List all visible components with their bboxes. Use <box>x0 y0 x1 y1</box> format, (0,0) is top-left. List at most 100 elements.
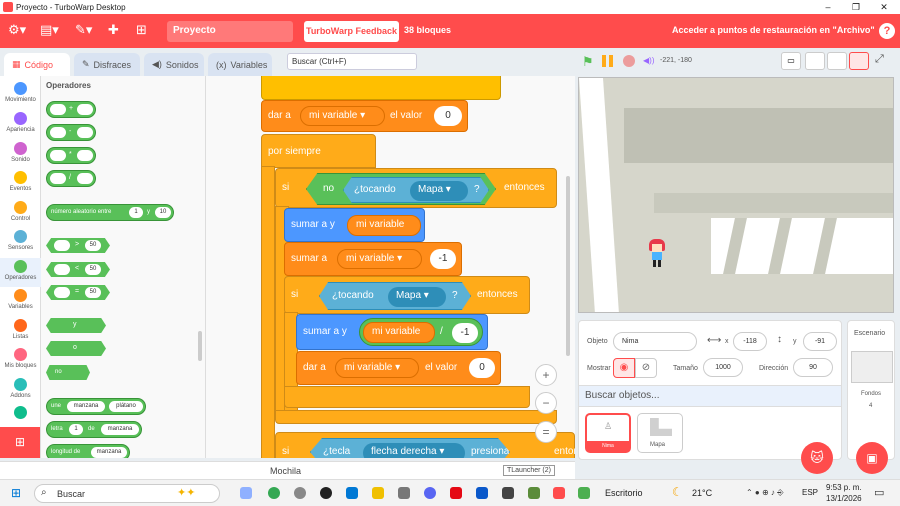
category-extra[interactable] <box>0 406 41 421</box>
multiply-block[interactable]: * <box>46 147 96 164</box>
turbowarp-taskbar-icon[interactable] <box>553 487 565 499</box>
windows-start-icon[interactable]: ⊞ <box>11 486 21 500</box>
clock-date[interactable]: 13/1/2026 <box>826 494 862 503</box>
category-sonido[interactable]: Sonido <box>0 140 41 169</box>
touching-sensor-2[interactable]: ¿tocando Mapa ▾ ? <box>319 282 471 310</box>
explorer-icon[interactable] <box>372 487 384 499</box>
divide-operator[interactable]: mi variable / -1 <box>359 318 483 346</box>
small-stage-icon[interactable] <box>805 52 825 70</box>
or-block[interactable]: o <box>46 341 106 356</box>
clock-time[interactable]: 9:53 p. m. <box>826 483 862 492</box>
if-block-3[interactable]: si ¿tecla flecha derecha ▾ presionada? e… <box>275 432 575 458</box>
project-title-input[interactable]: Proyecto <box>167 21 293 42</box>
category-eventos[interactable]: Eventos <box>0 169 41 198</box>
code-workspace[interactable]: dar a mi variable ▾ el valor 0 por siemp… <box>206 76 575 458</box>
tab-variables[interactable]: (x) Variables <box>208 53 272 76</box>
sprite-nima[interactable] <box>645 239 667 269</box>
subtract-block[interactable]: - <box>46 124 96 141</box>
if-block-1[interactable]: si no ¿tocando Mapa ▾ ? entonces <box>275 168 557 208</box>
hat-block-tail[interactable] <box>261 76 501 100</box>
capcut-icon[interactable] <box>502 487 514 499</box>
weather-temp[interactable]: 21°C <box>692 488 712 498</box>
volume-icon[interactable]: ◀)) <box>643 56 654 65</box>
if-block-2[interactable]: si ¿tocando Mapa ▾ ? entonces <box>284 276 530 314</box>
change-variable-block[interactable]: sumar a mi variable ▾ -1 <box>284 242 462 276</box>
close-window-button[interactable]: ✕ <box>870 0 898 14</box>
variable-dropdown-2[interactable]: mi variable ▾ <box>337 249 422 269</box>
set-variable-block[interactable]: dar a mi variable ▾ el valor 0 <box>261 100 468 132</box>
category-apariencia[interactable]: Apariencia <box>0 110 41 139</box>
sprite-thumb-mapa[interactable]: Mapa <box>637 413 683 453</box>
minecraft-icon[interactable] <box>528 487 540 499</box>
hp-icon[interactable] <box>294 487 306 499</box>
hide-eye-icon[interactable]: ⊘ <box>635 358 657 378</box>
category-mis-bloques[interactable]: Mis bloques <box>0 346 41 375</box>
palette-scrollbar[interactable] <box>198 331 202 361</box>
settings-gear-icon[interactable]: ⚙▾ <box>8 22 26 38</box>
variable-dropdown[interactable]: mi variable ▾ <box>300 106 385 126</box>
zoom-out-button[interactable]: − <box>535 392 557 414</box>
add-backdrop-button[interactable]: ▣ <box>856 442 888 474</box>
file-menu-icon[interactable]: ▤▾ <box>40 22 59 38</box>
category-variables[interactable]: Variables <box>0 287 41 316</box>
set-variable-block-2[interactable]: dar a mi variable ▾ el valor 0 <box>296 351 501 385</box>
discord-icon[interactable] <box>424 487 436 499</box>
y-input[interactable]: -91 <box>803 332 837 351</box>
touching-target-dropdown-2[interactable]: Mapa ▾ <box>388 287 446 307</box>
block-search-input[interactable]: Buscar (Ctrl+F) <box>287 53 417 70</box>
key-dropdown[interactable]: flecha derecha ▾ <box>363 443 465 458</box>
restore-points-link[interactable]: Acceder a puntos de restauración en "Arc… <box>672 25 875 35</box>
add-extension-button[interactable]: ⊞ <box>0 427 40 458</box>
direction-input[interactable]: 90 <box>793 358 833 377</box>
category-listas[interactable]: Listas <box>0 317 41 346</box>
length-of-block[interactable]: longitud de manzana <box>46 444 130 458</box>
tab-sounds[interactable]: ◀) Sonidos <box>144 53 204 76</box>
show-eye-icon[interactable]: ◉ <box>613 358 635 378</box>
maximize-button[interactable]: ❐ <box>842 0 870 14</box>
pause-icon[interactable] <box>602 55 613 67</box>
variable-dropdown-3[interactable]: mi variable ▾ <box>335 358 419 378</box>
help-icon[interactable]: ? <box>879 23 895 39</box>
backpack-bar[interactable]: Mochila TLauncher (2) <box>0 461 575 479</box>
value-input-2[interactable]: 0 <box>469 358 495 378</box>
not-block[interactable]: no <box>46 365 90 380</box>
store-icon[interactable] <box>398 487 410 499</box>
not-operator[interactable]: no ¿tocando Mapa ▾ ? <box>306 173 496 205</box>
category-operadores[interactable]: Operadores <box>0 258 41 287</box>
terminal-icon[interactable]: ▭ <box>781 52 801 70</box>
green-flag-icon[interactable]: ⚑ <box>582 54 594 70</box>
camera-icon[interactable] <box>320 487 332 499</box>
sprite-thumb-nima[interactable]: Nima ♙ <box>585 413 631 453</box>
sprite-name-input[interactable]: Nima <box>613 332 697 351</box>
app-icon[interactable] <box>476 487 488 499</box>
forever-block[interactable]: por siempre <box>261 134 376 168</box>
add-sprite-button[interactable]: 🐱 <box>801 442 833 474</box>
size-input[interactable]: 1000 <box>703 358 743 377</box>
key-pressed-sensor[interactable]: ¿tecla flecha derecha ▾ presionada? <box>310 438 510 458</box>
outlook-icon[interactable] <box>346 487 358 499</box>
turbo-mode-icon[interactable]: ⊞ <box>136 22 147 38</box>
and-block[interactable]: y <box>46 318 106 333</box>
category-control[interactable]: Control <box>0 199 41 228</box>
less-than-block[interactable]: < 50 <box>46 262 110 277</box>
edit-pencil-icon[interactable]: ✎▾ <box>75 22 92 38</box>
variable-reporter-2[interactable]: mi variable <box>363 322 435 343</box>
copilot-icon[interactable] <box>240 487 252 499</box>
taskbar-search[interactable]: ⌕ Buscar ✦✦ <box>34 484 220 503</box>
touching-target-dropdown[interactable]: Mapa ▾ <box>410 181 468 201</box>
stop-icon[interactable] <box>623 55 635 67</box>
add-block[interactable]: + <box>46 101 96 118</box>
stage-layout-icon[interactable] <box>849 52 869 70</box>
chrome-icon[interactable] <box>268 487 280 499</box>
zoom-in-button[interactable]: + <box>535 364 557 386</box>
zoom-reset-button[interactable]: = <box>535 421 557 443</box>
fullscreen-icon[interactable]: ⤢ <box>875 53 884 66</box>
workspace-scrollbar[interactable] <box>566 176 570 356</box>
divide-block[interactable]: / <box>46 170 96 187</box>
tab-code[interactable]: ▦ Código <box>4 53 70 76</box>
addons-puzzle-icon[interactable]: ✚ <box>108 22 119 38</box>
equals-block[interactable]: = 50 <box>46 285 110 300</box>
netflix-icon[interactable] <box>450 487 462 499</box>
active-app-label[interactable]: Escritorio <box>605 488 643 498</box>
category-addons[interactable]: Addons <box>0 376 41 405</box>
